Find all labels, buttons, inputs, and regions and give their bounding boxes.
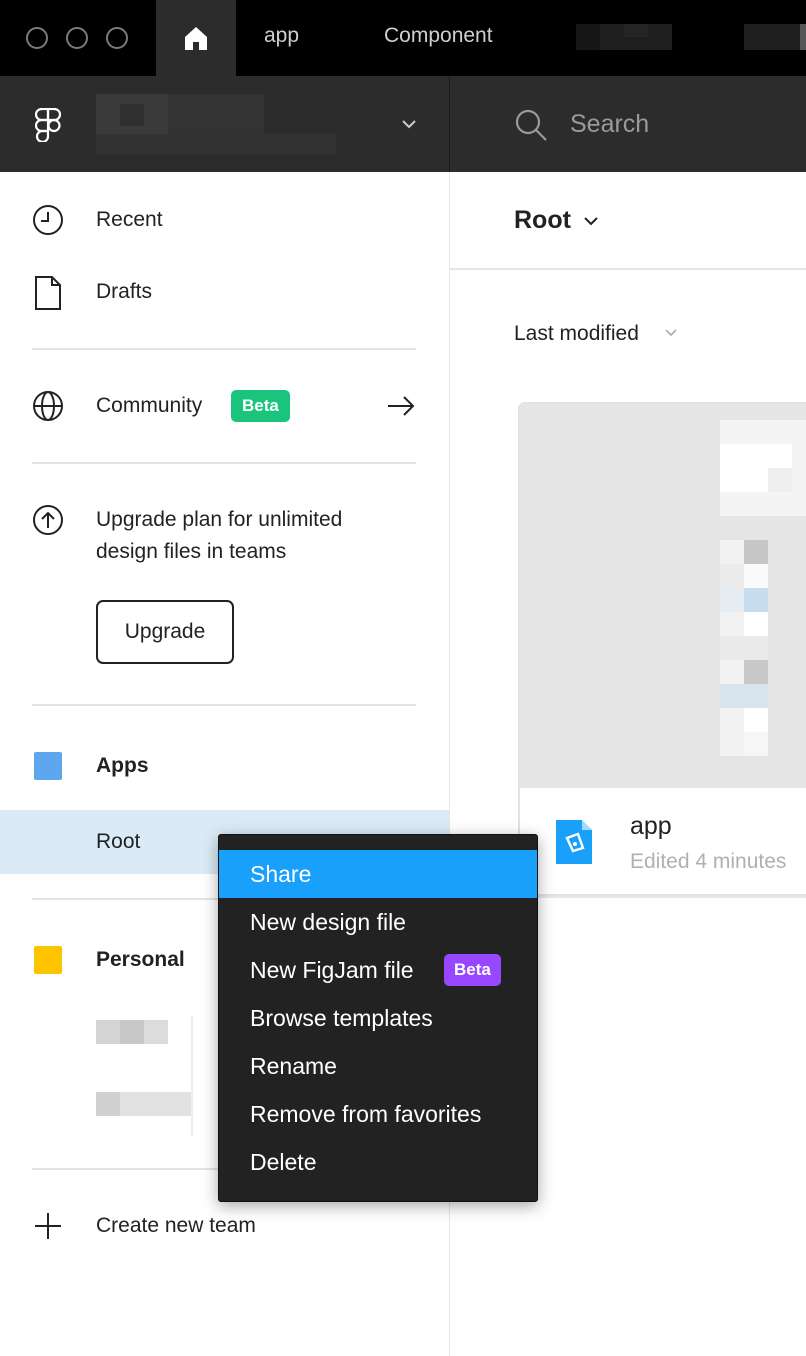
close-window-button[interactable]	[26, 27, 48, 49]
zoom-window-button[interactable]	[106, 27, 128, 49]
sidebar-divider	[32, 704, 416, 706]
beta-badge: Beta	[444, 954, 501, 986]
create-new-team-button[interactable]: Create new team	[96, 1214, 256, 1238]
search-icon	[515, 109, 547, 141]
sort-dropdown[interactable]: Last modified	[514, 322, 639, 346]
plus-icon	[35, 1213, 61, 1239]
sidebar-item-community[interactable]: Community	[96, 394, 202, 418]
file-icon	[35, 276, 61, 310]
tab-component[interactable]: Component	[384, 24, 493, 48]
tab-home[interactable]	[156, 0, 236, 76]
tab-redacted-2[interactable]	[744, 24, 806, 50]
page-title[interactable]: Root	[514, 206, 571, 235]
header-divider	[449, 76, 450, 172]
chevron-down-icon[interactable]	[664, 327, 678, 339]
file-edited-time: Edited 4 minutes	[630, 850, 787, 873]
sidebar-divider	[32, 348, 416, 350]
file-name[interactable]: app	[630, 812, 672, 841]
account-name-redacted[interactable]	[96, 94, 336, 154]
globe-icon	[33, 391, 63, 421]
home-icon	[185, 27, 207, 50]
upgrade-button[interactable]: Upgrade	[96, 600, 234, 664]
project-name-root[interactable]: Root	[96, 830, 140, 854]
project-redacted[interactable]	[96, 1020, 168, 1044]
header-divider	[450, 268, 806, 270]
card-divider	[518, 896, 806, 898]
project-redacted[interactable]	[96, 1092, 192, 1116]
chevron-down-icon[interactable]	[400, 117, 418, 131]
menu-item-remove-from-favorites[interactable]: Remove from favorites	[219, 1090, 537, 1138]
upgrade-text-line1: Upgrade plan for unlimited	[96, 508, 343, 531]
upgrade-arrow-icon	[33, 505, 63, 535]
tab-app[interactable]: app	[264, 24, 299, 48]
beta-badge: Beta	[231, 390, 290, 422]
team-color-square	[34, 946, 62, 974]
tab-redacted[interactable]	[576, 24, 672, 50]
menu-item-new-design-file[interactable]: New design file	[219, 898, 537, 946]
menu-item-browse-templates[interactable]: Browse templates	[219, 994, 537, 1042]
figma-logo-icon[interactable]	[34, 107, 62, 147]
arrow-right-icon[interactable]	[386, 394, 416, 418]
menu-item-rename[interactable]: Rename	[219, 1042, 537, 1090]
tree-line	[191, 1016, 193, 1136]
team-name-personal[interactable]: Personal	[96, 948, 185, 972]
menu-item-share[interactable]: Share	[219, 850, 537, 898]
menu-item-delete[interactable]: Delete	[219, 1138, 537, 1186]
minimize-window-button[interactable]	[66, 27, 88, 49]
sidebar-item-recent[interactable]: Recent	[96, 208, 163, 232]
sidebar-divider	[32, 462, 416, 464]
sidebar-item-drafts[interactable]: Drafts	[96, 280, 152, 304]
chevron-down-icon[interactable]	[583, 214, 599, 228]
team-color-square	[34, 752, 62, 780]
team-name-apps[interactable]: Apps	[96, 754, 149, 778]
clock-icon	[33, 205, 63, 235]
search-input[interactable]: Search	[570, 110, 649, 139]
upgrade-text-line2: design files in teams	[96, 540, 287, 563]
design-file-icon	[554, 818, 594, 871]
file-thumbnail	[520, 404, 806, 788]
